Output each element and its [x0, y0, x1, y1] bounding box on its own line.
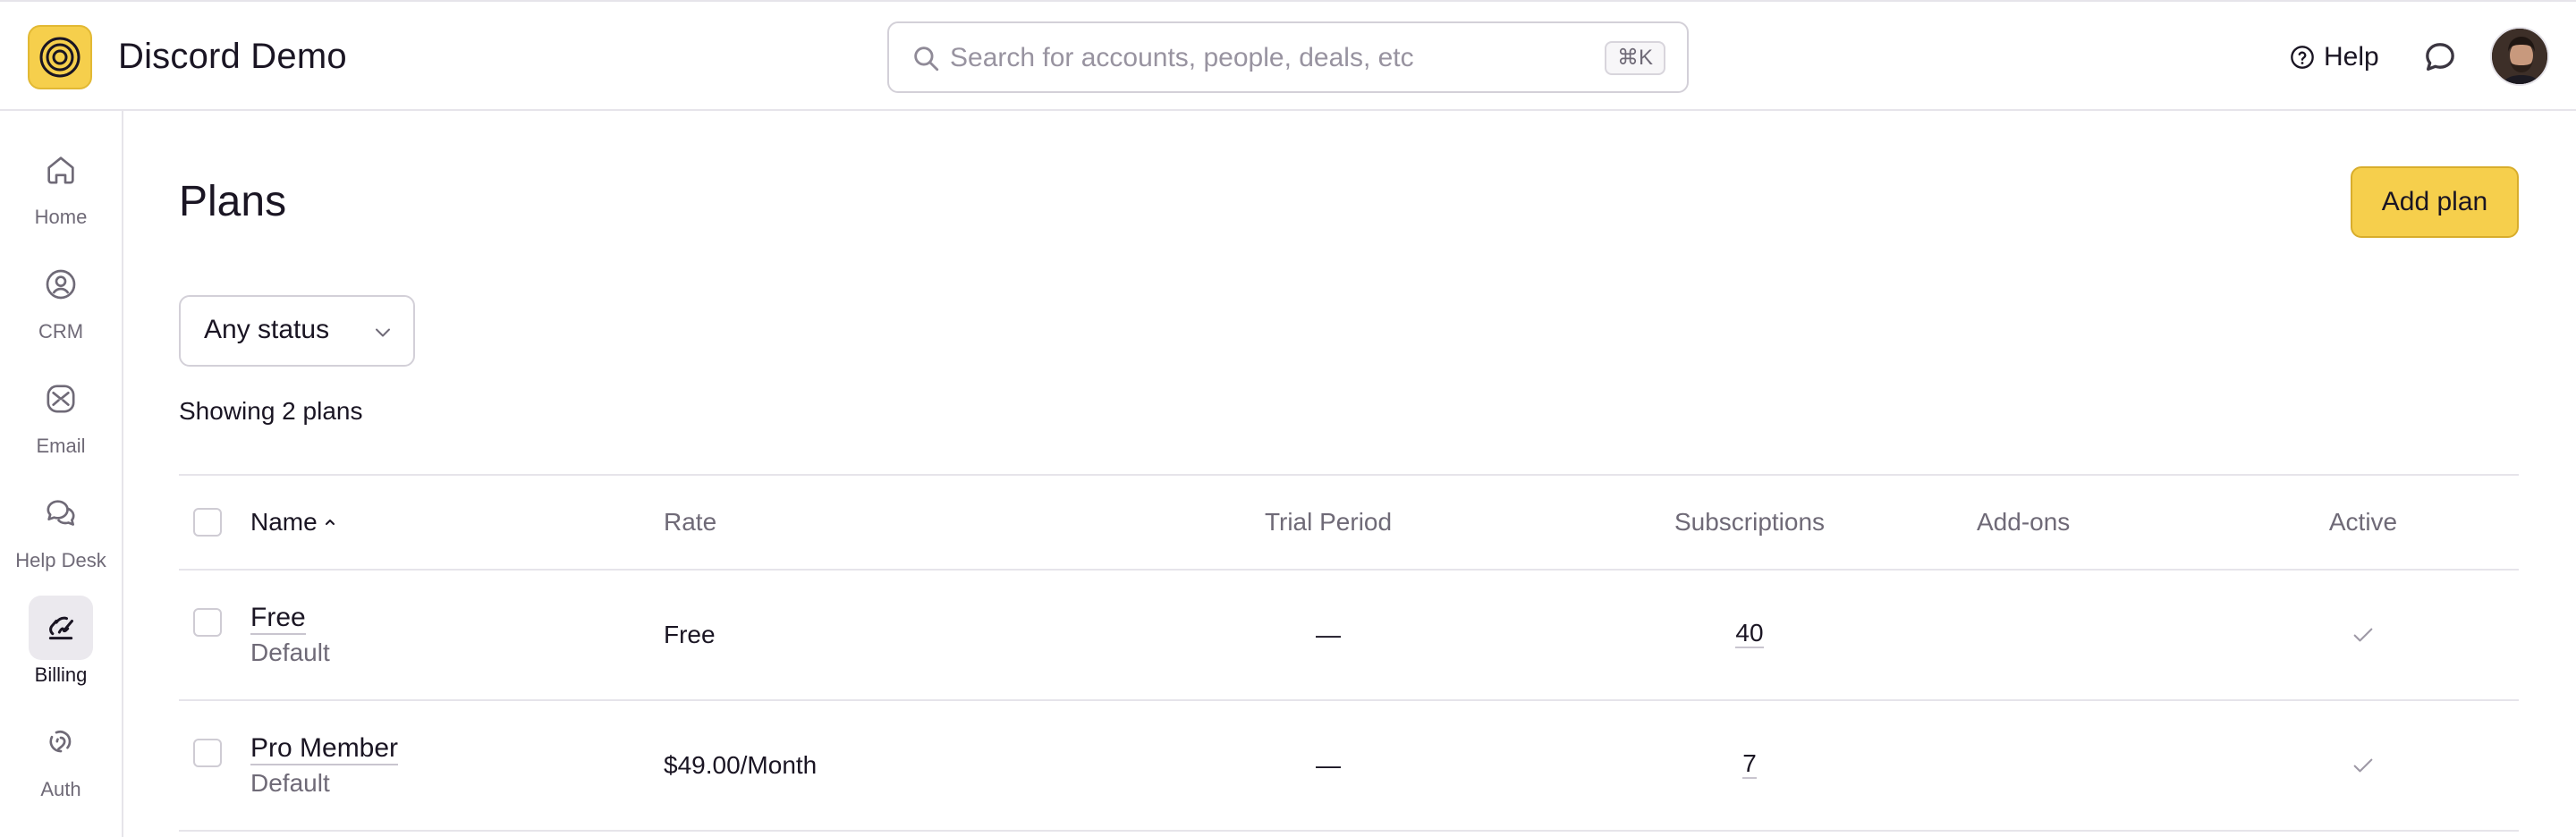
- billing-icon: [29, 596, 93, 660]
- status-filter-select[interactable]: Any status: [179, 295, 415, 367]
- select-all-checkbox[interactable]: [193, 508, 222, 537]
- column-header-add-ons[interactable]: Add-ons: [1977, 508, 2070, 537]
- search-input[interactable]: [950, 36, 1558, 80]
- sidebar-item-crm[interactable]: CRM: [0, 252, 122, 358]
- shortcut-badge: ⌘K: [1604, 41, 1665, 75]
- subscriptions-link[interactable]: 40: [1735, 619, 1764, 648]
- plan-name-link[interactable]: Pro Member: [250, 733, 399, 765]
- plan-trial-period: —: [1316, 621, 1341, 648]
- plan-subscriptions: 7: [1642, 749, 1857, 779]
- column-header-name[interactable]: Name: [250, 508, 337, 537]
- sidebar-item-email[interactable]: Email: [0, 367, 122, 472]
- sidebar-item-label: Help Desk: [15, 549, 106, 571]
- status-filter-value: Any status: [204, 315, 330, 344]
- avatar[interactable]: [2490, 27, 2549, 86]
- plan-subscriptions: 40: [1642, 619, 1857, 648]
- sidebar: Home CRM Email Help Desk Billing Auth: [0, 111, 123, 837]
- sidebar-item-label: Email: [36, 435, 86, 457]
- sidebar-item-label: CRM: [38, 320, 84, 342]
- email-icon: [29, 367, 93, 431]
- add-plan-button[interactable]: Add plan: [2351, 166, 2519, 238]
- column-header-active[interactable]: Active: [2305, 508, 2421, 537]
- column-header-trial-period[interactable]: Trial Period: [1239, 508, 1418, 537]
- checkmark-icon: [2353, 628, 2373, 642]
- contact-icon: [29, 252, 93, 317]
- table-row[interactable]: Free Default Free — 40: [179, 571, 2519, 701]
- column-header-rate[interactable]: Rate: [664, 508, 716, 537]
- search-icon: [914, 46, 939, 72]
- auth-icon: [29, 710, 93, 774]
- results-count: Showing 2 plans: [179, 397, 363, 425]
- help-icon: [2291, 46, 2314, 69]
- plan-rate: Free: [664, 621, 716, 648]
- sidebar-item-home[interactable]: Home: [0, 138, 122, 243]
- spiral-logo-icon[interactable]: [28, 25, 92, 89]
- plan-trial-period: —: [1316, 751, 1341, 779]
- sidebar-item-label: Home: [34, 206, 88, 228]
- sidebar-item-label: Auth: [40, 778, 81, 800]
- table-row[interactable]: Pro Member Default $49.00/Month — 7: [179, 701, 2519, 832]
- plan-subtitle: Default: [250, 638, 330, 666]
- top-header: Discord Demo ⌘K Help: [0, 0, 2576, 111]
- help-label: Help: [2324, 42, 2379, 72]
- plan-subtitle: Default: [250, 769, 330, 797]
- sidebar-item-billing[interactable]: Billing: [0, 596, 122, 701]
- column-header-subscriptions[interactable]: Subscriptions: [1642, 508, 1857, 537]
- page-title: Plans: [179, 178, 287, 225]
- app-title: Discord Demo: [118, 37, 347, 76]
- subscriptions-link[interactable]: 7: [1742, 749, 1757, 779]
- search-box[interactable]: ⌘K: [887, 21, 1689, 93]
- sidebar-item-auth[interactable]: Auth: [0, 710, 122, 816]
- chat-bubbles-icon: [29, 481, 93, 545]
- plan-name-link[interactable]: Free: [250, 603, 306, 635]
- plan-rate: $49.00/Month: [664, 751, 818, 779]
- row-checkbox[interactable]: [193, 739, 222, 767]
- row-checkbox[interactable]: [193, 608, 222, 637]
- sort-ascending-icon: [325, 520, 335, 525]
- chevron-down-icon: [376, 328, 390, 337]
- checkmark-icon: [2353, 758, 2373, 773]
- sidebar-item-label: Billing: [34, 664, 88, 686]
- column-header-label: Name: [250, 508, 318, 536]
- sidebar-item-help-desk[interactable]: Help Desk: [0, 481, 122, 587]
- chat-icon[interactable]: [2422, 39, 2458, 75]
- table-header: Name Rate Trial Period Subscriptions Add…: [179, 474, 2519, 571]
- home-icon: [29, 138, 93, 202]
- help-button[interactable]: Help: [2290, 36, 2379, 79]
